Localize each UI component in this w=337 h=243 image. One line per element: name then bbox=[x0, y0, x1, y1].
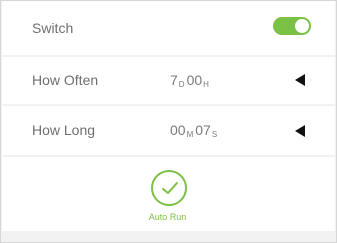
switch-row: Switch bbox=[2, 1, 335, 55]
checkmark-circle-icon bbox=[162, 182, 178, 194]
hours-value: 00 bbox=[186, 72, 203, 88]
auto-run-button[interactable] bbox=[151, 170, 187, 206]
how-long-value: 00M 07S bbox=[170, 122, 219, 140]
left-triangle-icon[interactable] bbox=[295, 74, 305, 86]
seconds-unit: S bbox=[211, 130, 218, 139]
switch-toggle[interactable] bbox=[273, 17, 311, 35]
how-often-label: How Often bbox=[32, 72, 99, 88]
days-value: 7 bbox=[170, 72, 178, 88]
minutes-value: 00 bbox=[170, 122, 186, 138]
minutes-unit: M bbox=[186, 130, 194, 139]
settings-panel: Switch How Often 7D 00H How Long 00M 07S A… bbox=[0, 0, 337, 243]
how-long-label: How Long bbox=[32, 122, 96, 138]
days-unit: D bbox=[178, 80, 185, 89]
left-triangle-icon[interactable] bbox=[295, 125, 305, 137]
toggle-knob bbox=[295, 19, 309, 33]
auto-run-label[interactable]: Auto Run bbox=[1, 212, 334, 222]
how-often-row[interactable]: How Often 7D 00H bbox=[2, 57, 335, 104]
switch-label: Switch bbox=[32, 20, 74, 36]
hours-unit: H bbox=[203, 80, 209, 89]
seconds-value: 07 bbox=[195, 122, 211, 138]
how-often-value: 7D 00H bbox=[170, 72, 211, 90]
how-long-row[interactable]: How Long 00M 07S bbox=[2, 106, 335, 155]
